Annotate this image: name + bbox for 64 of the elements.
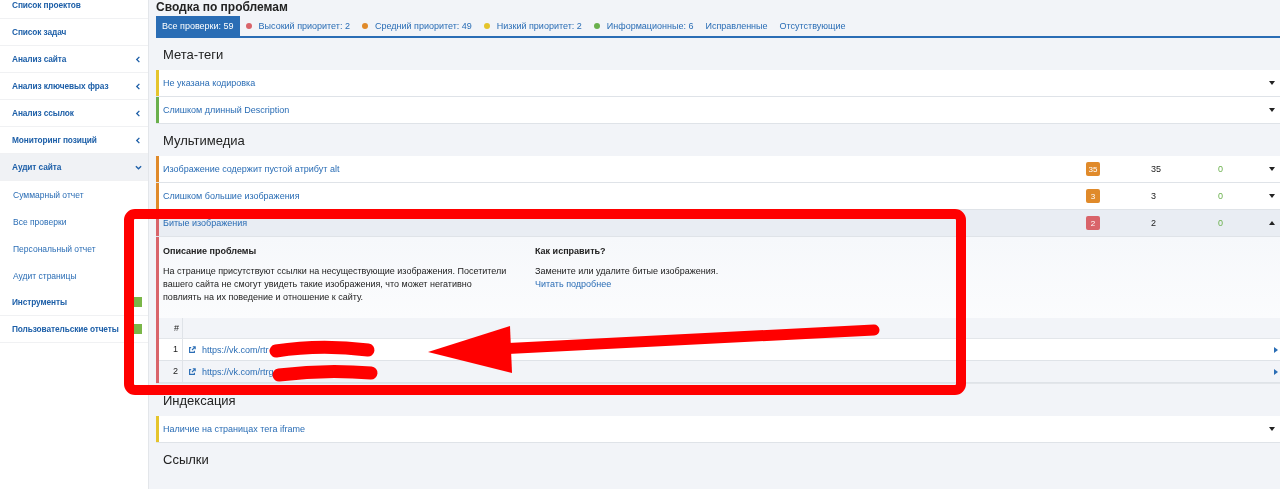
count-value: 3 [1151,191,1157,201]
row-number: 1 [159,339,183,360]
chevron-left-icon [135,81,142,91]
sidebar-item[interactable]: Анализ сайта [0,46,148,73]
status-badge [132,297,142,307]
filter-tab[interactable]: Низкий приоритет: 2 [477,16,588,36]
fix-heading: Как исправить? [535,246,607,256]
column-header: # [159,318,183,338]
sidebar-item[interactable]: Анализ ссылок [0,100,148,127]
issue-row[interactable]: Слишком большие изображения 3 3 0 [156,183,1280,210]
filter-tab[interactable]: Высокий приоритет: 2 [239,16,356,36]
filter-tab[interactable]: Информационные: 6 [587,16,700,36]
fixed-count: 0 [1218,191,1224,201]
submenu-item[interactable]: Персональный отчет [0,235,148,262]
filter-tab[interactable]: Исправленные [699,16,774,36]
section-heading: Индексация [162,391,237,410]
page-title: Сводка по проблемам [156,0,289,14]
problem-description: На странице присутствуют ссылки на несуществующие изображения. Посетители вашего сайта не смогут увидеть такие изображения, что может негативно повлиять на их поведение и отношение к сайту. [163,265,508,304]
expand-arrow-icon[interactable] [1274,368,1278,375]
filter-tab[interactable]: Средний приоритет: 49 [355,16,478,36]
filter-tab[interactable]: Все проверки: 59 [156,16,240,36]
issue-row[interactable]: Не указана кодировка [156,70,1280,97]
external-link-icon[interactable] [188,345,196,354]
issue-row[interactable]: Наличие на страницах тега iframe [156,416,1280,443]
status-badge [132,324,142,334]
caret-down-icon[interactable] [1268,107,1276,113]
count-badge: 3 [1086,189,1100,203]
section-heading: Ссылки [162,450,210,469]
read-more-link[interactable]: Читать подробнее [535,279,612,289]
url-link[interactable]: https://vk.com/rtr [202,344,1274,355]
count-badge: 2 [1086,216,1100,230]
caret-down-icon[interactable] [1268,426,1276,432]
caret-down-icon[interactable] [1268,166,1276,172]
issue-row[interactable]: Изображение содержит пустой атрибут alt 35 35 0 [156,156,1280,183]
count-badge: 35 [1086,162,1100,176]
expand-arrow-icon[interactable] [1274,346,1278,353]
caret-down-icon[interactable] [1268,193,1276,199]
problem-heading: Описание проблемы [163,246,258,256]
sidebar-item[interactable]: Анализ ключевых фраз [0,73,148,100]
sidebar-item[interactable]: Аудит сайта [0,154,148,181]
caret-up-icon[interactable] [1268,220,1276,226]
fixed-count: 0 [1218,218,1224,228]
submenu-item[interactable]: Аудит страницы [0,262,148,289]
fix-description: Замените или удалите битые изображения. [535,265,720,278]
submenu-item[interactable]: Суммарный отчет [0,181,148,208]
issue-row[interactable]: Слишком длинный Description [156,97,1280,124]
chevron-left-icon [135,135,142,145]
sidebar-item[interactable]: Список проектов [0,0,148,19]
sidebar-item[interactable]: Пользовательские отчеты [0,316,148,343]
external-link-icon[interactable] [188,367,196,376]
sidebar-item[interactable]: Инструменты [0,289,148,316]
count-value: 2 [1151,218,1157,228]
filter-tab[interactable]: Отсутствующие [773,16,852,36]
section-heading: Мультимедиа [162,131,246,150]
sidebar-item[interactable]: Список задач [0,19,148,46]
submenu-item[interactable]: Все проверки [0,208,148,235]
url-link[interactable]: https://vk.com/rtrg [202,366,1274,377]
chevron-left-icon [135,108,142,118]
count-value: 35 [1151,164,1162,174]
row-number: 2 [159,361,183,382]
chevron-left-icon [135,54,142,64]
section-heading: Мета-теги [162,45,225,64]
caret-down-icon[interactable] [1268,80,1276,86]
fixed-count: 0 [1218,164,1224,174]
